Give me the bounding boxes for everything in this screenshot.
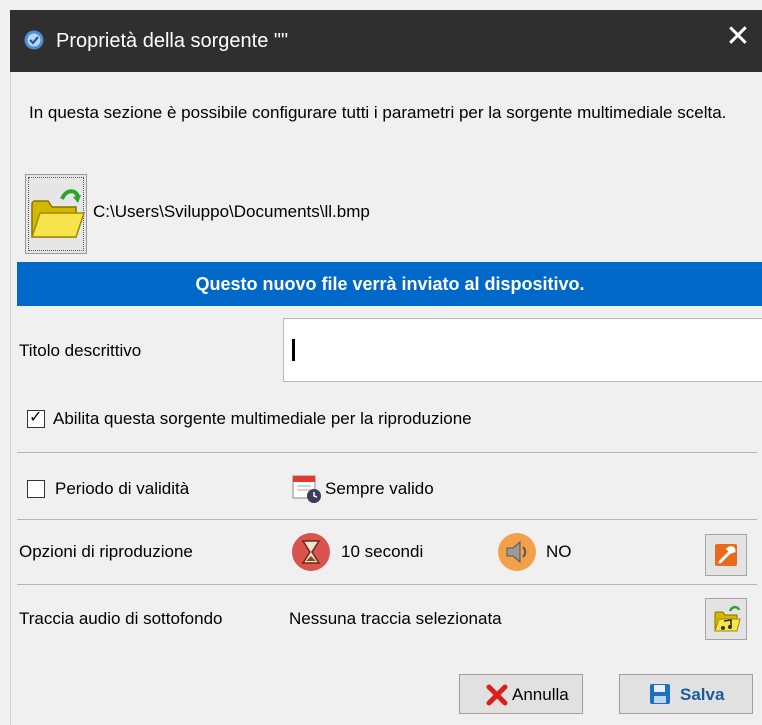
cancel-button[interactable]: Annulla [459, 674, 583, 714]
browse-file-button[interactable] [25, 174, 87, 254]
speaker-icon [498, 533, 536, 571]
title-input[interactable] [283, 318, 762, 382]
floppy-disk-icon [650, 684, 670, 704]
enable-playback-label: Abilita questa sorgente multimediale per… [53, 409, 472, 428]
window-title: Proprietà della sorgente "" [56, 30, 289, 52]
save-label: Salva [680, 685, 725, 704]
playback-settings-button[interactable] [705, 534, 747, 576]
music-folder-icon [714, 605, 741, 632]
separator [17, 519, 757, 520]
intro-text: In questa sezione è possibile configurar… [29, 103, 727, 122]
audio-value: NO [546, 542, 572, 561]
select-audio-track-button[interactable] [705, 598, 747, 640]
save-button[interactable]: Salva [619, 674, 753, 714]
title-bar: Proprietà della sorgente "" ✕ [10, 10, 762, 72]
dialog-content: In questa sezione è possibile configurar… [10, 72, 762, 725]
hourglass-icon [292, 533, 330, 571]
folder-open-icon [30, 189, 86, 238]
playback-options-label: Opzioni di riproduzione [19, 542, 193, 561]
cancel-label: Annulla [512, 685, 569, 704]
separator [17, 584, 757, 585]
dialog-window: Proprietà della sorgente "" ✕ In questa … [0, 0, 762, 725]
background-audio-value: Nessuna traccia selezionata [289, 609, 502, 628]
wrench-icon [715, 544, 737, 566]
file-path: C:\Users\Sviluppo\Documents\ll.bmp [93, 202, 370, 221]
separator [17, 452, 757, 453]
cancel-x-icon [486, 684, 508, 706]
calendar-clock-icon [292, 475, 321, 503]
validity-status: Sempre valido [325, 479, 434, 498]
text-caret [292, 339, 295, 361]
close-button[interactable]: ✕ [724, 22, 752, 52]
validity-label: Periodo di validità [55, 479, 190, 498]
validity-checkbox[interactable] [27, 480, 45, 498]
duration-value: 10 secondi [341, 542, 424, 561]
background-audio-label: Traccia audio di sottofondo [19, 609, 223, 628]
title-field-label: Titolo descrittivo [19, 341, 142, 360]
app-icon [24, 30, 44, 50]
info-banner: Questo nuovo file verrà inviato al dispo… [17, 262, 762, 306]
checkmark-icon: ✓ [29, 407, 43, 426]
enable-playback-checkbox[interactable]: ✓ [27, 407, 45, 428]
